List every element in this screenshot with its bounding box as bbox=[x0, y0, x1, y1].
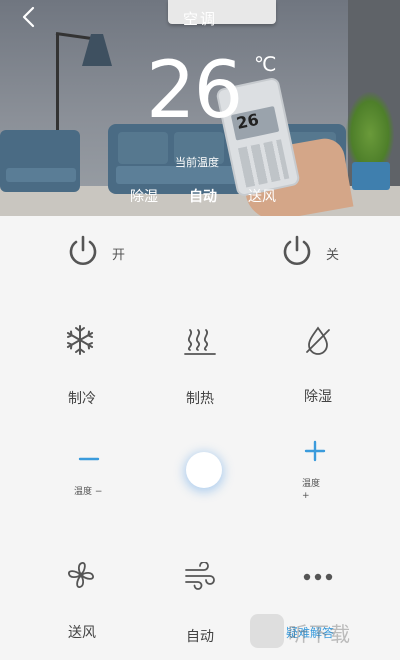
cool-label: 制冷 bbox=[68, 391, 96, 407]
fan-button[interactable] bbox=[66, 560, 96, 590]
page-title: 空调 bbox=[182, 10, 217, 28]
more-button[interactable] bbox=[302, 572, 334, 582]
watermark-text: 听下载 bbox=[288, 622, 351, 646]
plus-icon bbox=[304, 440, 326, 462]
power-off-label: 关 bbox=[326, 248, 340, 263]
temperature-unit: ℃ bbox=[254, 52, 277, 76]
dehumidify-button[interactable] bbox=[302, 324, 334, 356]
auto-button[interactable] bbox=[184, 562, 216, 590]
temperature-decrease-button[interactable] bbox=[78, 448, 100, 470]
control-panel: 开 关 制冷 制热 除湿 温度 − 温度 + 送风 自动 疑难解答 bbox=[0, 216, 400, 660]
power-icon bbox=[69, 235, 97, 265]
heat-waves-icon bbox=[184, 329, 216, 355]
temperature-increase-label-line1: 温度 bbox=[302, 479, 321, 489]
snowflake-icon bbox=[66, 325, 94, 355]
mode-fan[interactable]: 送风 bbox=[248, 186, 276, 206]
temperature-increase-label: 温度 + bbox=[302, 478, 320, 502]
heat-label: 制热 bbox=[186, 391, 214, 407]
fan-icon bbox=[68, 562, 94, 588]
plant-pot-image bbox=[352, 162, 390, 190]
watermark: 听下载 bbox=[250, 612, 396, 656]
auto-label: 自动 bbox=[186, 629, 214, 645]
temperature-knob[interactable] bbox=[186, 452, 222, 488]
temperature-increase-button[interactable] bbox=[304, 440, 326, 462]
current-temperature: 26 bbox=[146, 46, 243, 136]
wind-icon bbox=[185, 562, 215, 590]
mode-selector: 除湿 自动 送风 bbox=[130, 186, 276, 206]
chair-image bbox=[0, 130, 80, 192]
mode-auto[interactable]: 自动 bbox=[189, 186, 217, 206]
power-on-label: 开 bbox=[112, 248, 126, 263]
temperature-decrease-label: 温度 − bbox=[74, 487, 103, 497]
heat-button[interactable] bbox=[184, 326, 216, 356]
power-off-button[interactable] bbox=[280, 234, 314, 268]
current-temperature-label: 当前温度 bbox=[175, 156, 219, 169]
water-drop-off-icon bbox=[306, 326, 330, 355]
mode-dehumidify[interactable]: 除湿 bbox=[130, 186, 158, 206]
temperature-increase-label-line2: + bbox=[302, 491, 310, 501]
cool-button[interactable] bbox=[64, 324, 96, 356]
more-dots-icon bbox=[303, 573, 333, 581]
dehumidify-label: 除湿 bbox=[304, 389, 332, 405]
lamp-arm-image bbox=[55, 32, 92, 40]
power-icon bbox=[283, 235, 311, 265]
watermark-logo-icon bbox=[250, 614, 284, 648]
minus-icon bbox=[78, 457, 100, 461]
fan-label: 送风 bbox=[68, 625, 96, 641]
power-on-button[interactable] bbox=[66, 234, 100, 268]
plant-image bbox=[346, 92, 394, 162]
